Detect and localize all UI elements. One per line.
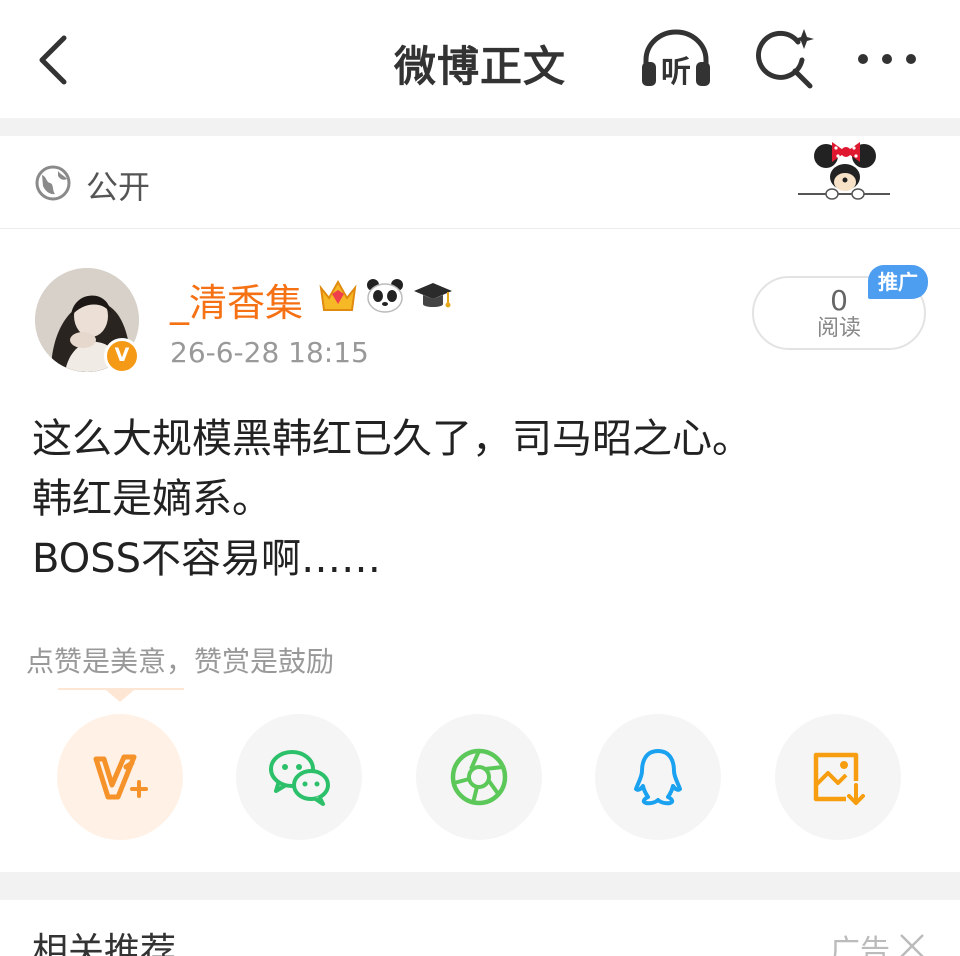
share-wechat-button[interactable] — [236, 714, 362, 840]
listen-label: 听 — [661, 55, 691, 90]
ad-label: 广告 — [830, 934, 890, 956]
section-divider — [0, 872, 960, 900]
panda-icon[interactable] — [364, 276, 406, 314]
verified-badge: V — [104, 338, 140, 374]
save-image-button[interactable] — [775, 714, 901, 840]
top-bar: 微博正文 听 — [0, 0, 960, 118]
weibo-post-page: 微博正文 听 公开 V _清香集 26-6-28 18:15 0 阅读 推广 这… — [0, 0, 960, 956]
close-icon[interactable] — [898, 932, 926, 956]
reward-hint: 点赞是美意，赞赏是鼓励 — [26, 645, 335, 678]
post-text-line: 韩红是嫡系。 — [32, 476, 272, 522]
share-qq-button[interactable] — [595, 714, 721, 840]
save-image-icon — [813, 752, 865, 805]
search-icon[interactable] — [752, 26, 814, 90]
read-label: 阅读 — [816, 316, 861, 341]
post-time: 26-6-28 18:15 — [170, 336, 369, 369]
listen-icon[interactable]: 听 — [638, 28, 714, 90]
share-moments-button[interactable] — [416, 714, 542, 840]
visibility-label: 公开 — [86, 168, 151, 206]
qq-icon — [634, 749, 682, 806]
globe-icon — [35, 165, 71, 201]
more-icon[interactable] — [856, 46, 918, 72]
graduation-cap-icon[interactable] — [412, 280, 454, 312]
minnie-mouse-decoration — [798, 142, 890, 200]
reward-icon — [93, 754, 148, 800]
recommendations-title: 相关推荐 — [32, 931, 177, 956]
post-text-line: BOSS不容易啊…… — [32, 536, 382, 582]
reward-button[interactable] — [57, 714, 183, 840]
post-text-line: 这么大规模黑韩红已久了，司马昭之心。 — [32, 416, 752, 462]
author-name[interactable]: _清香集 — [170, 272, 303, 327]
crown-icon[interactable] — [318, 278, 358, 314]
moments-icon — [450, 748, 508, 806]
page-title: 微博正文 — [393, 42, 566, 91]
wechat-icon — [269, 750, 330, 806]
reward-hint-caret — [106, 690, 134, 702]
promo-tag[interactable]: 推广 — [868, 265, 928, 299]
